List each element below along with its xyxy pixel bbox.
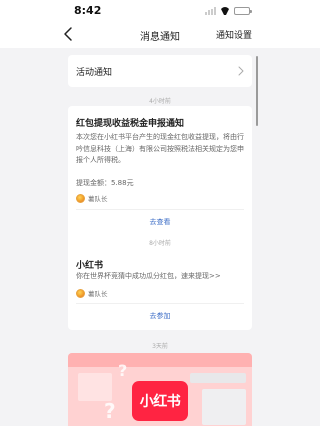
avatar [76,288,85,298]
withdrawal-amount: 提现金额：5.88元 [76,179,134,187]
promo-decoration [190,373,246,383]
status-bar: 8:42 [0,0,320,22]
question-mark-icon: ? [104,399,116,423]
nav-bar: 消息通知 通知设置 [0,22,320,48]
chevron-right-icon [238,66,244,76]
promo-decoration [78,373,112,401]
wifi-icon [220,7,230,15]
status-time: 8:42 [74,4,102,17]
message-time: 8小时前 [149,240,171,247]
battery-icon [234,7,252,15]
promo-stripe [68,353,252,367]
sender: 薯队长 [76,288,108,298]
activity-notifications-label: 活动通知 [76,68,113,78]
notification-settings-button[interactable]: 通知设置 [216,28,252,41]
message-body: 你在世界杯竞猜中成功瓜分红包，速来提现>> [76,272,221,280]
sender-name: 薯队长 [88,290,108,298]
status-icons [205,7,252,15]
signal-icon [205,7,216,15]
view-button[interactable]: 去查看 [68,217,252,227]
message-title: 红包提现收益税金申报通知 [76,119,185,129]
divider [76,209,244,210]
question-mark-icon: ? [118,361,128,380]
message-time: 3天前 [152,343,168,350]
message-time: 4小时前 [149,98,171,105]
message-body: 本次您在小红书平台产生的现金红包收益提现，将由行吟信息科技（上海）有限公司按照税… [76,133,244,164]
message-card: 小红书 你在世界杯竞猜中成功瓜分红包，速来提现>> 薯队长 去参加 [68,248,252,330]
sender: 薯队长 [76,193,108,203]
scrollbar[interactable] [256,56,258,126]
join-button[interactable]: 去参加 [68,311,252,321]
brand-logo: 小红书 [132,381,188,421]
activity-notifications-row[interactable]: 活动通知 [68,55,252,87]
page-title: 消息通知 [140,32,180,43]
sender-name: 薯队长 [88,195,108,203]
message-list[interactable]: 活动通知 4小时前 红包提现收益税金申报通知 本次您在小红书平台产生的现金红包收… [60,48,260,426]
message-title: 小红书 [76,261,104,271]
promo-decoration [202,389,246,425]
promo-card[interactable]: ? ? 小红书 [68,353,252,426]
divider [76,303,244,304]
avatar [76,193,85,203]
